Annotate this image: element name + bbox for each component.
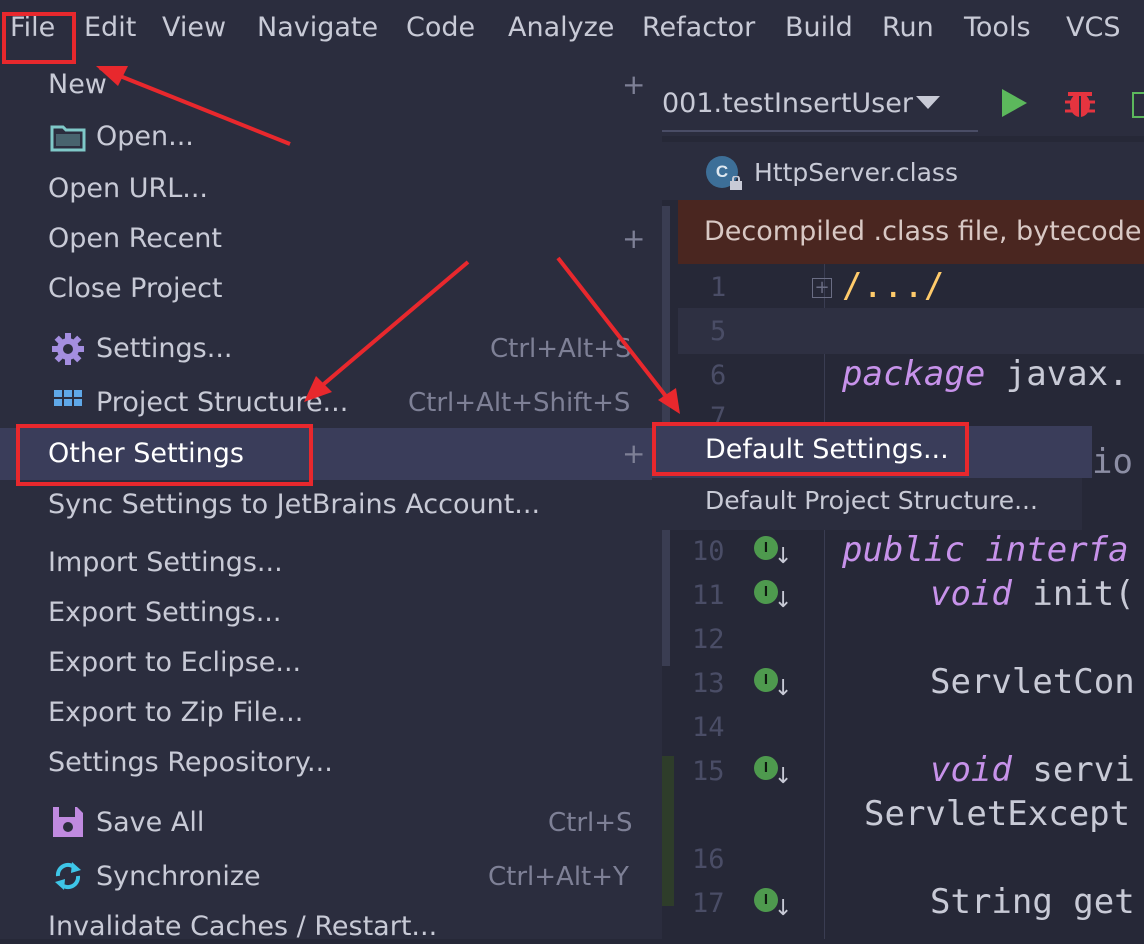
line-number: 11 [692, 580, 725, 611]
arrow-down-icon: ↓ [774, 676, 793, 701]
folder-icon [50, 125, 86, 152]
code-line-15: void servi [930, 750, 1135, 790]
menu-item-open-recent[interactable]: Open Recent [48, 222, 222, 256]
run-config-underline [662, 130, 978, 132]
submenu-item-default-project-structure[interactable]: Default Project Structure... [705, 486, 1038, 515]
menu-item-open-url[interactable]: Open URL... [48, 172, 208, 206]
submenu-indicator: + [622, 68, 646, 101]
lock-icon [730, 176, 742, 190]
code-line-6: package javax. [842, 354, 1129, 394]
line-number: 12 [692, 624, 725, 655]
menu-build[interactable]: Build [785, 12, 853, 43]
arrow-down-icon: ↓ [774, 544, 793, 569]
gear-icon [52, 333, 84, 365]
code-line-10: public interfa [842, 530, 1129, 570]
run-config-label[interactable]: 001.testInsertUser [662, 88, 913, 119]
menu-item-synchronize[interactable]: Synchronize [96, 860, 261, 894]
submenu-indicator: + [622, 222, 646, 255]
menu-analyze[interactable]: Analyze [508, 12, 614, 43]
chevron-down-icon[interactable] [916, 96, 940, 110]
submenu-indicator: + [622, 437, 646, 470]
line-number: 17 [692, 888, 725, 919]
coverage-icon[interactable] [1132, 92, 1144, 118]
menu-item-sync-settings[interactable]: Sync Settings to JetBrains Account... [48, 488, 540, 522]
menu-item-settings[interactable]: Settings... [96, 332, 233, 366]
code-fold: /.../ [842, 266, 945, 306]
editor-tab-title[interactable]: HttpServer.class [754, 158, 958, 187]
line-number: 15 [692, 756, 725, 787]
menu-item-export-settings[interactable]: Export Settings... [48, 596, 281, 630]
code-keyword: public [842, 530, 965, 570]
menu-item-close-project[interactable]: Close Project [48, 272, 223, 306]
menu-item-open[interactable]: Open... [96, 120, 194, 154]
synchronize-shortcut: Ctrl+Alt+Y [488, 862, 629, 892]
code-keyword: interfa [985, 530, 1129, 570]
menu-edit[interactable]: Edit [84, 12, 136, 43]
line-number: 1 [710, 272, 727, 303]
grid-icon [54, 390, 82, 406]
arrow-down-icon: ↓ [774, 764, 793, 789]
menu-item-settings-repository[interactable]: Settings Repository... [48, 746, 333, 780]
line-number: 6 [710, 360, 727, 391]
menu-item-new[interactable]: New [48, 68, 107, 102]
run-icon[interactable] [1000, 88, 1028, 118]
default-settings-highlight-box [652, 422, 969, 476]
debug-icon[interactable] [1064, 86, 1096, 120]
code-line-15-cont: ServletExcept [864, 794, 1131, 834]
code-keyword: void [930, 750, 1012, 790]
decompiled-banner-text: Decompiled .class file, bytecode v [704, 216, 1144, 247]
menu-vcs[interactable]: VCS [1066, 12, 1120, 43]
gutter-separator [824, 264, 825, 939]
line-number: 14 [692, 712, 725, 743]
code-keyword: void [930, 574, 1012, 614]
settings-shortcut: Ctrl+Alt+S [490, 334, 632, 364]
menu-navigate[interactable]: Navigate [257, 12, 378, 43]
sync-icon [55, 862, 81, 890]
project-structure-shortcut: Ctrl+Alt+Shift+S [408, 388, 631, 418]
line-number: 10 [692, 536, 725, 567]
menu-code[interactable]: Code [406, 12, 475, 43]
fold-icon[interactable]: + [812, 278, 832, 298]
save-all-shortcut: Ctrl+S [548, 808, 633, 838]
other-settings-highlight-box [16, 424, 313, 486]
code-line-17: String get [930, 882, 1135, 922]
menu-refactor[interactable]: Refactor [642, 12, 755, 43]
line-number: 5 [710, 316, 727, 347]
change-marker [662, 756, 674, 906]
current-line-highlight [678, 308, 1144, 354]
menu-bar: File Edit View Navigate Code Analyze Ref… [0, 0, 1144, 66]
code-line-11: void init( [930, 574, 1135, 614]
menu-item-import-settings[interactable]: Import Settings... [48, 546, 283, 580]
code-text: servi [1011, 750, 1135, 790]
save-icon [53, 807, 83, 837]
menu-run[interactable]: Run [882, 12, 934, 43]
code-text: init( [1011, 574, 1135, 614]
code-keyword: package [842, 354, 986, 394]
menu-item-export-eclipse[interactable]: Export to Eclipse... [48, 646, 301, 680]
menu-item-export-zip[interactable]: Export to Zip File... [48, 696, 303, 730]
code-line-13: ServletCon [930, 662, 1135, 702]
menu-item-project-structure[interactable]: Project Structure... [96, 386, 348, 420]
menu-view[interactable]: View [162, 12, 226, 43]
arrow-down-icon: ↓ [774, 588, 793, 613]
arrow-down-icon: ↓ [774, 896, 793, 921]
menu-item-save-all[interactable]: Save All [96, 806, 204, 840]
file-highlight-box [2, 12, 76, 64]
menu-tools[interactable]: Tools [964, 12, 1031, 43]
line-number: 13 [692, 668, 725, 699]
line-number: 16 [692, 844, 725, 875]
code-text: javax. [985, 354, 1129, 394]
